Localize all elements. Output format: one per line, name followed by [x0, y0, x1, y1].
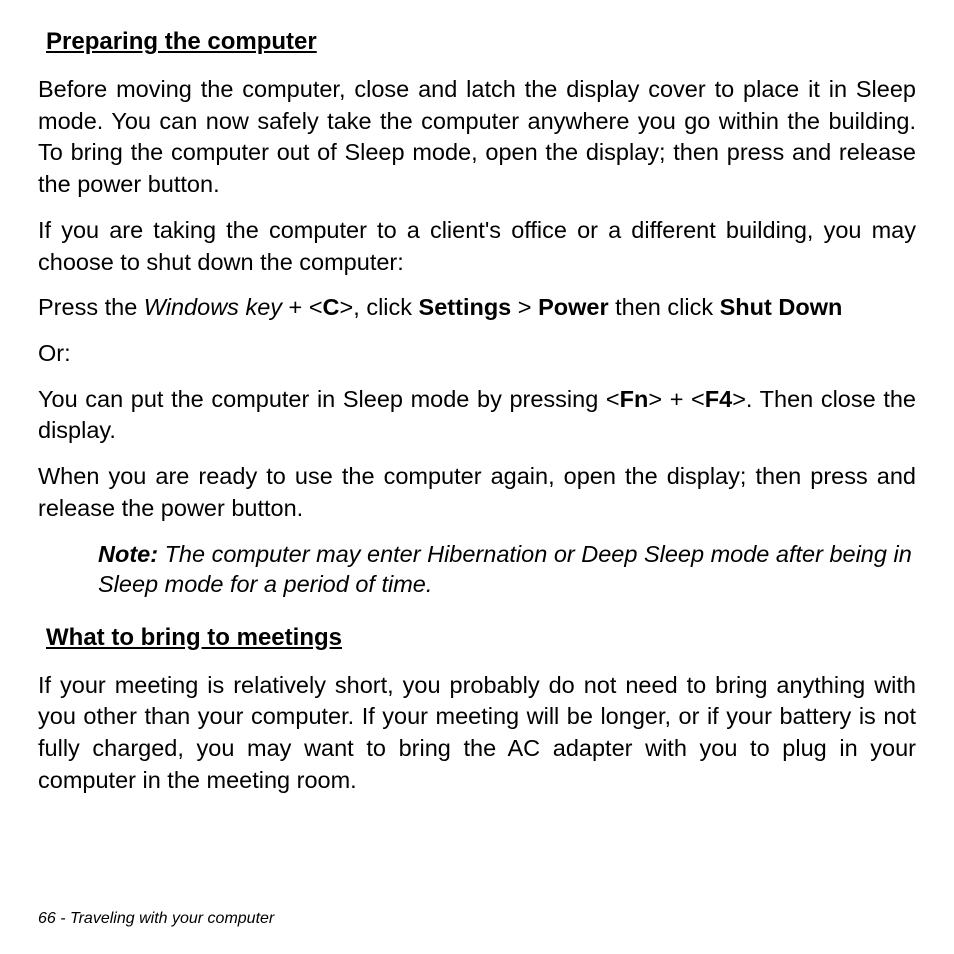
page-footer: 66 - Traveling with your computer — [38, 910, 274, 928]
paragraph-2: If you are taking the computer to a clie… — [38, 215, 916, 278]
p5-fn: Fn — [620, 386, 649, 412]
note-text: The computer may enter Hibernation or De… — [98, 541, 912, 598]
p3-pre: Press the — [38, 294, 144, 320]
p5-f4: F4 — [705, 386, 732, 412]
section2-paragraph-1: If your meeting is relatively short, you… — [38, 670, 916, 797]
p3-after-c: >, click — [340, 294, 419, 320]
p3-power: Power — [538, 294, 609, 320]
p3-windows-key: Windows key — [144, 294, 282, 320]
p3-gt: > — [511, 294, 538, 320]
paragraph-5: You can put the computer in Sleep mode b… — [38, 384, 916, 447]
paragraph-3: Press the Windows key + <C>, click Setti… — [38, 292, 916, 324]
paragraph-6: When you are ready to use the computer a… — [38, 461, 916, 524]
note-paragraph: Note: The computer may enter Hibernation… — [98, 539, 916, 600]
p3-plus: + < — [282, 294, 323, 320]
heading-meetings: What to bring to meetings — [46, 624, 916, 652]
note-label: Note: — [98, 541, 165, 567]
paragraph-4-or: Or: — [38, 338, 916, 370]
p3-settings: Settings — [419, 294, 512, 320]
p5-mid: > + < — [648, 386, 704, 412]
paragraph-1: Before moving the computer, close and la… — [38, 74, 916, 201]
p3-then: then click — [609, 294, 720, 320]
p5-pre: You can put the computer in Sleep mode b… — [38, 386, 620, 412]
p3-c-key: C — [323, 294, 340, 320]
heading-preparing: Preparing the computer — [46, 28, 916, 56]
p3-shutdown: Shut Down — [720, 294, 843, 320]
